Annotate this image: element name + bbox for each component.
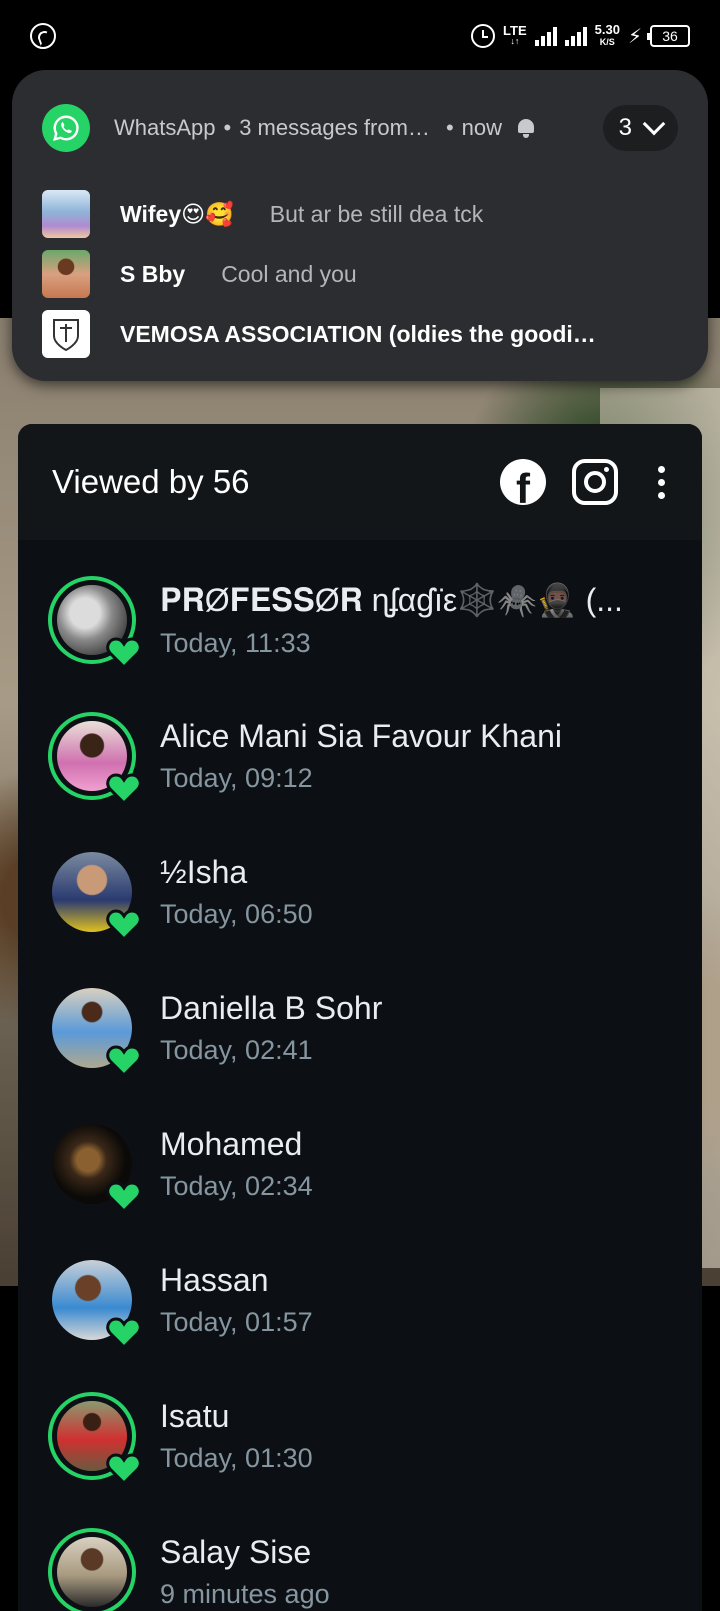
notification-message-row[interactable]: Wifey😍🥰 But ar be still dea tck xyxy=(42,184,678,244)
viewer-time: Today, 09:12 xyxy=(160,763,313,793)
more-options-icon[interactable] xyxy=(654,465,668,499)
battery-icon: 36 xyxy=(647,25,690,47)
viewer-name: Alice Mani Sia Favour Khani xyxy=(160,718,562,754)
notification-header: WhatsApp • 3 messages from… • now 3 xyxy=(42,70,678,184)
viewer-row[interactable]: Mohamed Today, 02:34 xyxy=(18,1096,702,1232)
facebook-icon[interactable]: f xyxy=(500,459,546,505)
network-type: LTE ↓↑ xyxy=(503,23,527,46)
heart-icon xyxy=(106,1045,142,1078)
heart-icon xyxy=(106,773,142,806)
sender-name: Wifey😍🥰 xyxy=(120,200,234,227)
group-logo xyxy=(42,310,90,358)
viewer-time: Today, 02:41 xyxy=(160,1035,313,1065)
viewer-list: 𝐏𝐑Ø𝐅𝐄𝐒𝐒Ø𝐑 ɳʄαɠïε🕸️🕷️🥷🏿 (... Today, 11:33… xyxy=(18,540,702,1611)
viewer-row[interactable]: ½Isha Today, 06:50 xyxy=(18,824,702,960)
heart-icon xyxy=(106,1453,142,1486)
notification-message-row[interactable]: VEMOSA ASSOCIATION (oldies the goodi… xyxy=(42,304,678,364)
viewer-name: Hassan xyxy=(160,1262,269,1298)
avatar xyxy=(42,250,90,298)
viewer-name: ½Isha xyxy=(160,854,248,890)
viewer-name: Daniella B Sohr xyxy=(160,990,383,1026)
expand-notification-button[interactable]: 3 xyxy=(602,105,678,151)
viewer-time: Today, 01:30 xyxy=(160,1443,313,1473)
signal-icon-2 xyxy=(564,26,587,46)
notification-app-name: WhatsApp xyxy=(114,115,216,140)
charging-icon: ⚡ xyxy=(627,25,642,48)
whatsapp-icon xyxy=(42,104,90,152)
viewer-row[interactable]: 𝐏𝐑Ø𝐅𝐄𝐒𝐒Ø𝐑 ɳʄαɠïε🕸️🕷️🥷🏿 (... Today, 11:33 xyxy=(18,552,702,688)
viewed-by-title: Viewed by 56 xyxy=(52,463,250,500)
avatar xyxy=(57,1537,127,1607)
viewer-row[interactable]: Salay Sise 9 minutes ago xyxy=(18,1504,702,1611)
bell-icon xyxy=(516,117,536,139)
viewer-name: Isatu xyxy=(160,1398,230,1434)
viewer-name: Mohamed xyxy=(160,1126,303,1162)
message-text: But ar be still dea tck xyxy=(269,200,484,227)
avatar xyxy=(42,190,90,238)
status-bar: LTE ↓↑ 5.30 K/S ⚡ 36 xyxy=(0,0,720,72)
heart-icon xyxy=(106,637,142,670)
heart-icon xyxy=(106,1317,142,1350)
viewer-name: Salay Sise xyxy=(160,1534,312,1570)
whatsapp-notification[interactable]: WhatsApp • 3 messages from… • now 3 Wife… xyxy=(12,70,708,381)
chevron-down-icon xyxy=(642,112,666,136)
heart-icon xyxy=(106,1181,142,1214)
whatsapp-status-icon xyxy=(30,23,56,49)
viewer-time: Today, 06:50 xyxy=(160,899,313,929)
notification-message-row[interactable]: S Bby Cool and you xyxy=(42,244,678,304)
message-text: Cool and you xyxy=(221,260,357,287)
viewer-row[interactable]: Daniella B Sohr Today, 02:41 xyxy=(18,960,702,1096)
notification-count: 3 xyxy=(618,114,632,141)
viewer-row[interactable]: Isatu Today, 01:30 xyxy=(18,1368,702,1504)
alarm-icon xyxy=(471,24,496,48)
instagram-icon[interactable] xyxy=(572,459,618,505)
viewer-time: 9 minutes ago xyxy=(160,1579,330,1609)
viewer-time: Today, 02:34 xyxy=(160,1171,313,1201)
sender-name: S Bby xyxy=(120,260,186,287)
group-name: VEMOSA ASSOCIATION (oldies the goodi… xyxy=(120,320,596,347)
notification-summary: 3 messages from… xyxy=(239,115,430,140)
viewer-row[interactable]: Hassan Today, 01:57 xyxy=(18,1232,702,1368)
viewer-name: 𝐏𝐑Ø𝐅𝐄𝐒𝐒Ø𝐑 ɳʄαɠïε🕸️🕷️🥷🏿 (... xyxy=(160,582,623,618)
viewer-time: Today, 11:33 xyxy=(160,628,311,658)
sheet-header: Viewed by 56 f xyxy=(18,424,702,540)
viewers-sheet: Viewed by 56 f 𝐏𝐑Ø𝐅𝐄𝐒𝐒Ø𝐑 ɳʄαɠïε🕸️🕷️🥷🏿 (.… xyxy=(18,424,702,1611)
network-speed: 5.30 K/S xyxy=(594,22,620,47)
viewer-row[interactable]: Alice Mani Sia Favour Khani Today, 09:12 xyxy=(18,688,702,824)
signal-icon xyxy=(534,26,557,46)
notification-time: now xyxy=(461,115,502,140)
viewer-time: Today, 01:57 xyxy=(160,1307,313,1337)
heart-icon xyxy=(106,909,142,942)
